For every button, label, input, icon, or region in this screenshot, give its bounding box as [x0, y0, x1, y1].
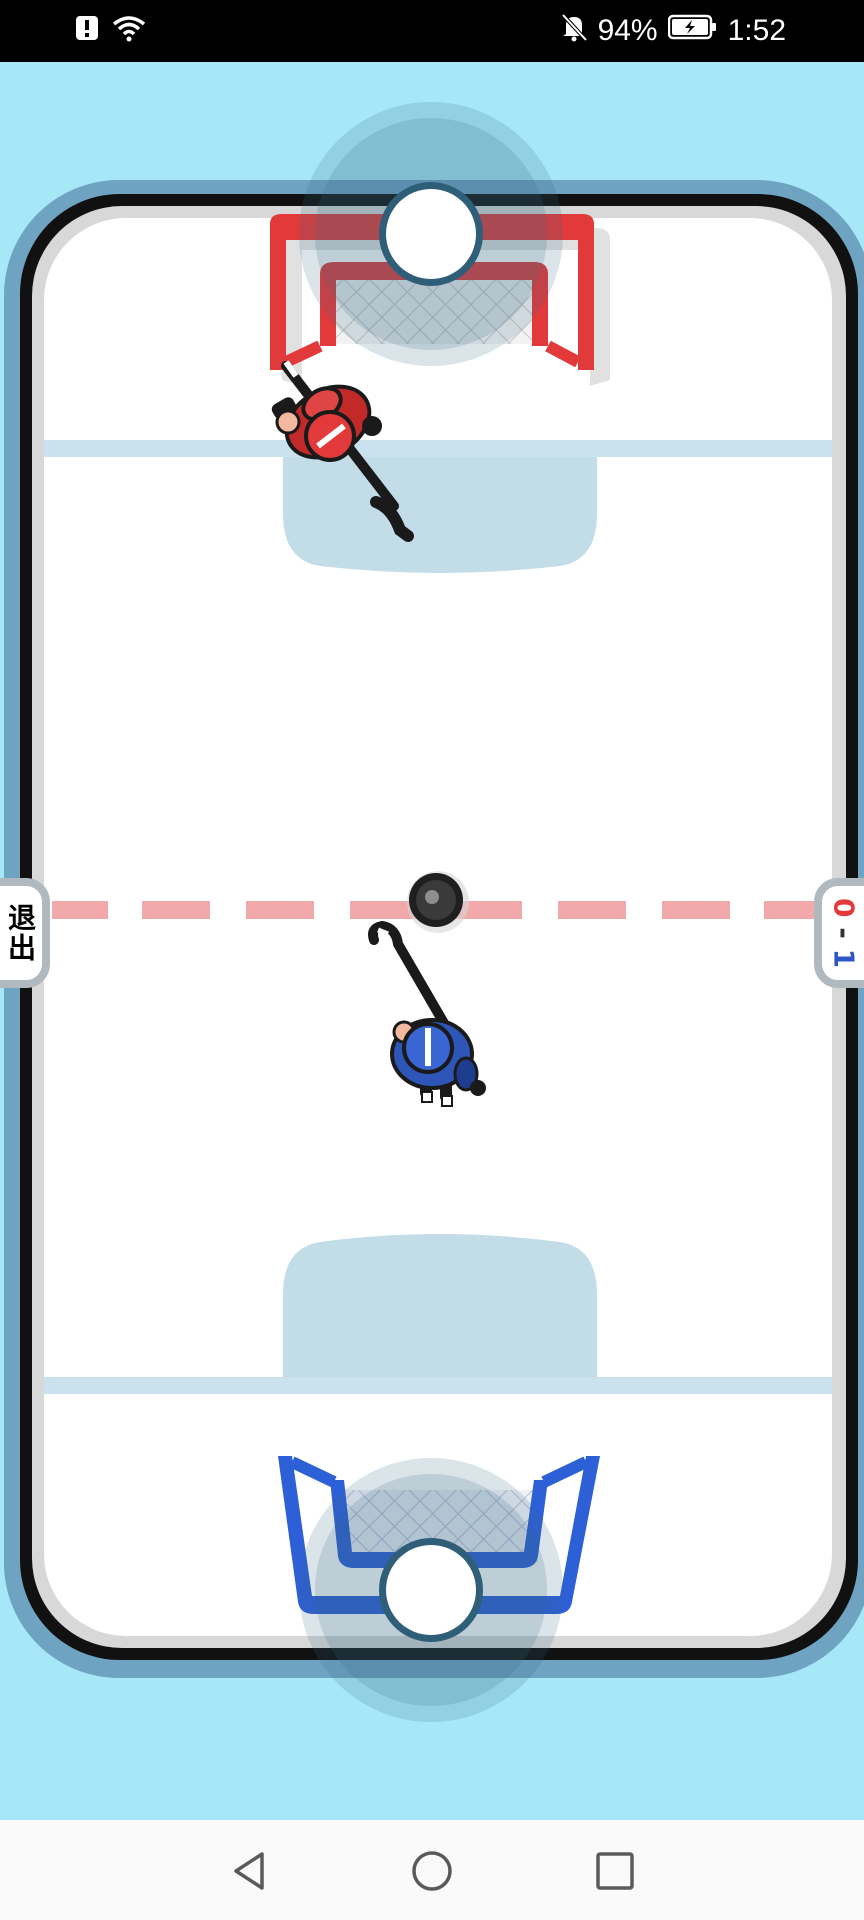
player-paddle[interactable] [299, 1458, 563, 1722]
top-blue-line [44, 440, 832, 457]
home-icon[interactable] [409, 1848, 455, 1894]
alert-icon [76, 14, 98, 47]
navigation-bar [0, 1820, 864, 1920]
score-display: 0 - 1 [814, 878, 864, 988]
game-area[interactable] [0, 62, 864, 1820]
back-icon[interactable] [226, 1848, 272, 1894]
clock: 1:52 [727, 14, 786, 47]
battery-percent: 94% [597, 14, 658, 47]
recents-icon[interactable] [592, 1848, 638, 1894]
bottom-blue-line [44, 1377, 832, 1394]
red-score: 0 [827, 897, 861, 918]
exit-button[interactable]: 退出 [0, 878, 50, 988]
score-separator: - [827, 927, 861, 939]
battery-charging-icon [667, 13, 718, 49]
opponent-paddle [299, 102, 563, 366]
blue-score: 1 [827, 948, 861, 969]
status-bar: 94% 1:52 [0, 0, 864, 62]
bottom-crease-zone [283, 1234, 597, 1377]
score-text: 0 - 1 [828, 898, 861, 968]
wifi-icon [112, 14, 146, 47]
exit-label: 退出 [4, 903, 37, 963]
puck [407, 871, 469, 933]
top-crease-zone [283, 457, 597, 573]
bell-off-icon [560, 12, 588, 50]
